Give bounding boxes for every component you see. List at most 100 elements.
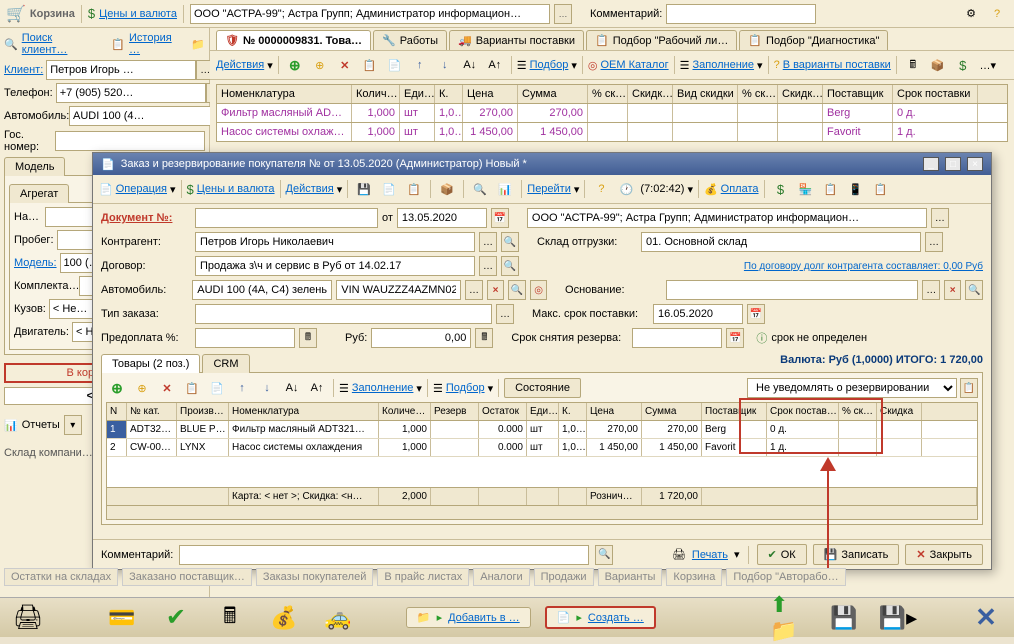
target-icon2[interactable]: ◎: [530, 280, 548, 300]
col-n[interactable]: N: [107, 403, 127, 420]
tool-icon4[interactable]: 📦: [436, 178, 458, 200]
status-tab[interactable]: Заказано поставщик…: [122, 568, 252, 586]
fill-menu[interactable]: Заполнение: [692, 59, 754, 71]
reserve-field[interactable]: [632, 328, 722, 348]
company-field2[interactable]: [527, 208, 927, 228]
scrollbar-h[interactable]: [106, 506, 978, 520]
rub-field[interactable]: [371, 328, 471, 348]
col-kat[interactable]: № кат.: [127, 403, 177, 420]
table-row[interactable]: Насос системы охлаж… 1,000 шт 1,0… 1 450…: [216, 123, 1008, 142]
tool-icon11[interactable]: 📋: [870, 178, 892, 200]
fill-dd[interactable]: ▾: [757, 59, 763, 72]
maximize-button[interactable]: □: [945, 157, 961, 171]
debt-link[interactable]: По договору долг контрагента составляет:…: [744, 261, 983, 272]
copy-row-icon[interactable]: ⊕: [309, 54, 331, 76]
status-tab[interactable]: Остатки на складах: [4, 568, 118, 586]
notify-ext[interactable]: 📋: [960, 378, 978, 398]
status-tab[interactable]: Варианты: [598, 568, 663, 586]
create-button[interactable]: 📄▸Создать …: [545, 606, 656, 629]
status-tab[interactable]: Корзина: [666, 568, 722, 586]
tool-icon8[interactable]: 🏪: [795, 178, 817, 200]
clock-icon[interactable]: 🕐: [615, 178, 637, 200]
grid-row[interactable]: 1 ADT32… BLUE P… Фильтр масляный ADT321……: [107, 421, 977, 439]
col-disc3[interactable]: % ск…: [738, 85, 778, 103]
state-button[interactable]: Состояние: [504, 378, 581, 398]
op-dd[interactable]: ▾: [170, 183, 176, 196]
copy-icon[interactable]: 📋: [359, 54, 381, 76]
col-srok[interactable]: Срок поставки: [893, 85, 978, 103]
modal-titlebar[interactable]: 📄 Заказ и резервирование покупателя № от…: [93, 153, 991, 175]
reports-dd[interactable]: ▾: [64, 415, 82, 435]
dog-more[interactable]: …: [479, 256, 497, 276]
notify-select[interactable]: Не уведомлять о резервировании: [747, 378, 957, 398]
sklad-field[interactable]: [641, 232, 921, 252]
client-field[interactable]: [46, 60, 196, 80]
down-icon2[interactable]: ↓: [256, 377, 278, 399]
prices-link[interactable]: Цены и валюта: [99, 8, 177, 20]
srok-cal[interactable]: 📅: [747, 304, 765, 324]
upload-icon[interactable]: ⬆📁: [770, 603, 810, 633]
tool-icon1[interactable]: 💾: [353, 178, 375, 200]
company-more2[interactable]: …: [931, 208, 949, 228]
tab-variants[interactable]: 🚚Варианты поставки: [449, 30, 584, 50]
date-field[interactable]: [397, 208, 487, 228]
contr-field[interactable]: [195, 232, 475, 252]
podbor-menu2[interactable]: Подбор: [446, 382, 485, 394]
dollar-icon2[interactable]: $: [952, 54, 974, 76]
col-k[interactable]: К.: [435, 85, 463, 103]
tab-podbor-diag[interactable]: 📋Подбор "Диагностика": [739, 30, 888, 50]
auto-field[interactable]: [69, 106, 219, 126]
add-icon2[interactable]: ⊕: [106, 377, 128, 399]
col-nom2[interactable]: Номенклатура: [229, 403, 379, 420]
minimize-button[interactable]: _: [923, 157, 939, 171]
col-disc2[interactable]: Скидк…: [628, 85, 673, 103]
close-button2[interactable]: ✕Закрыть: [905, 544, 983, 565]
auto-q[interactable]: 🔍: [508, 280, 526, 300]
dollar-icon4[interactable]: $: [770, 178, 792, 200]
comment-field[interactable]: [666, 4, 816, 24]
col-unit[interactable]: Еди…: [400, 85, 435, 103]
contr-q[interactable]: 🔍: [501, 232, 519, 252]
help-icon[interactable]: ?: [986, 3, 1008, 25]
osn-more[interactable]: …: [922, 280, 940, 300]
auto-clear2[interactable]: ×: [487, 280, 505, 300]
col-price2[interactable]: Цена: [587, 403, 642, 420]
podbor-dd[interactable]: ▾: [571, 59, 577, 72]
oplata-link[interactable]: Оплата: [721, 183, 759, 195]
more-icon[interactable]: …▾: [977, 54, 999, 76]
copy-icon3[interactable]: 📋: [181, 377, 203, 399]
company-dropdown[interactable]: …: [554, 4, 572, 24]
del-icon2[interactable]: ✕: [156, 377, 178, 399]
col-disc4[interactable]: Скидк…: [778, 85, 823, 103]
osn-clear[interactable]: ×: [944, 280, 962, 300]
delete-row-icon[interactable]: ✕: [334, 54, 356, 76]
table-row[interactable]: Фильтр масляный AD… 1,000 шт 1,0… 270,00…: [216, 104, 1008, 123]
calc-big-icon[interactable]: 🖩: [210, 603, 250, 633]
up-icon2[interactable]: ↑: [231, 377, 253, 399]
col-nom[interactable]: Номенклатура: [217, 85, 352, 103]
comment-field2[interactable]: [179, 545, 589, 565]
fill-menu2[interactable]: Заполнение: [352, 382, 414, 394]
tab-agregat[interactable]: Агрегат: [9, 184, 69, 203]
tab-model[interactable]: Модель: [4, 157, 65, 176]
col-sup[interactable]: Поставщик: [702, 403, 767, 420]
col-qty[interactable]: Колич…: [352, 85, 400, 103]
oem-catalog[interactable]: ОЕМ Каталог: [601, 59, 669, 71]
tip-field[interactable]: [195, 304, 492, 324]
actions-dd[interactable]: ▾: [267, 59, 273, 72]
add-to-button[interactable]: 📁▸Добавить в …: [406, 607, 531, 628]
up-icon[interactable]: ↑: [409, 54, 431, 76]
print-dd[interactable]: ▾: [734, 548, 740, 561]
col-disc5[interactable]: % ск…: [839, 403, 877, 420]
reports-label[interactable]: Отчеты: [22, 419, 60, 431]
reserve-cal[interactable]: 📅: [726, 328, 744, 348]
operation-menu[interactable]: Операция: [116, 183, 167, 195]
podbor-menu[interactable]: Подбор: [530, 59, 569, 71]
calc-icon[interactable]: 🖩: [902, 54, 924, 76]
az-icon2[interactable]: A↓: [281, 377, 303, 399]
close-big-icon[interactable]: ✕: [966, 603, 1006, 633]
time-dd[interactable]: ▾: [687, 183, 693, 196]
za-icon2[interactable]: A↑: [306, 377, 328, 399]
col-srok2[interactable]: Срок постав…: [767, 403, 839, 420]
prices-link2[interactable]: Цены и валюта: [197, 183, 275, 195]
